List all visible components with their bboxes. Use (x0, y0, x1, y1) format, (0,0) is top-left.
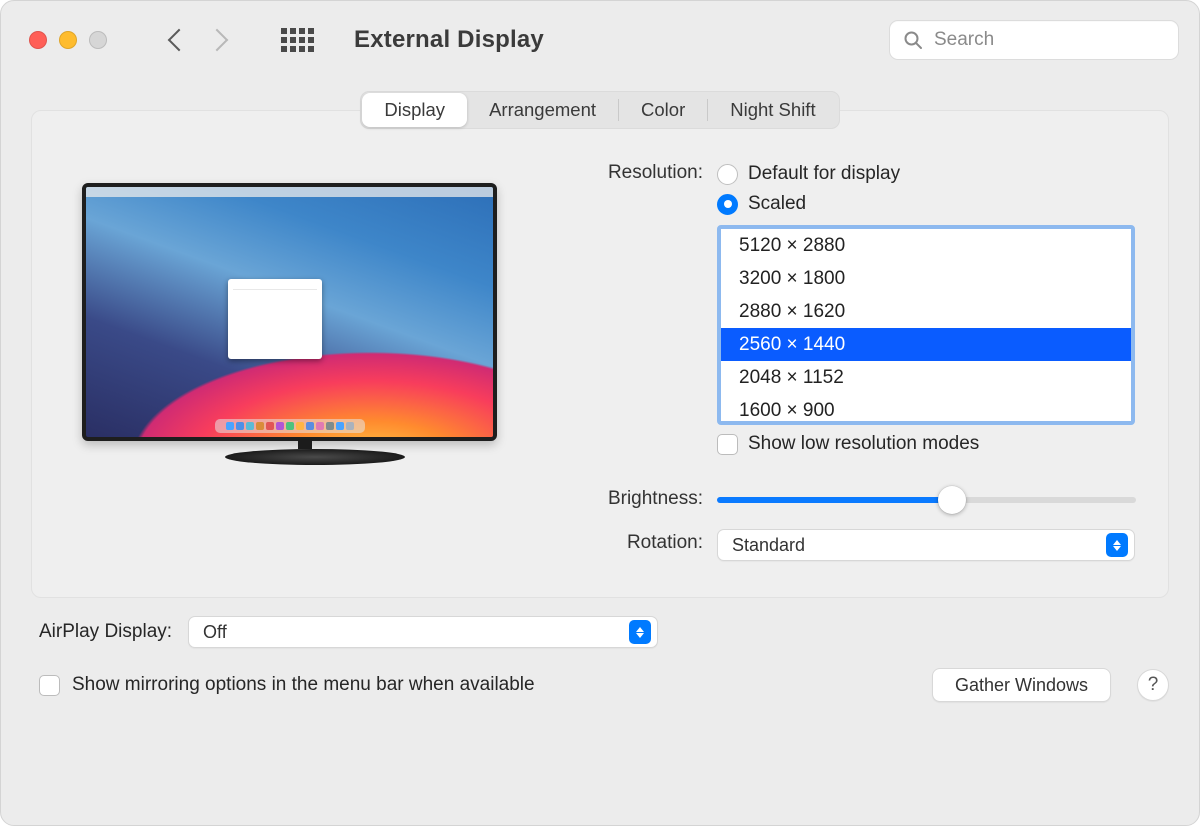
rotation-label: Rotation: (557, 529, 717, 554)
chevron-up-down-icon (629, 620, 651, 644)
resolution-scaled-radio[interactable]: Scaled (717, 189, 1136, 219)
airplay-popup[interactable]: Off (188, 616, 658, 648)
tab-arrangement[interactable]: Arrangement (467, 93, 618, 127)
forward-button (213, 32, 229, 48)
mirroring-label: Show mirroring options in the menu bar w… (72, 674, 535, 696)
tab-night-shift[interactable]: Night Shift (708, 93, 837, 127)
radio-on-icon (717, 194, 738, 215)
close-icon[interactable] (29, 31, 47, 49)
gather-windows-button[interactable]: Gather Windows (932, 668, 1111, 702)
resolution-option[interactable]: 5120 × 2880 (721, 229, 1131, 262)
rotation-value: Standard (732, 535, 1106, 556)
resolution-scaled-label: Scaled (748, 193, 806, 215)
monitor-icon (82, 183, 497, 441)
titlebar: External Display (1, 1, 1199, 79)
resolution-default-radio[interactable]: Default for display (717, 159, 1136, 189)
tab-color[interactable]: Color (619, 93, 707, 127)
low-res-checkbox-row[interactable]: Show low resolution modes (717, 433, 1136, 455)
resolution-label: Resolution: (557, 159, 717, 184)
tab-display[interactable]: Display (362, 93, 467, 127)
window-controls (29, 31, 107, 49)
tab-bar: Display Arrangement Color Night Shift (1, 91, 1199, 129)
radio-off-icon (717, 164, 738, 185)
help-button[interactable]: ? (1137, 669, 1169, 701)
brightness-slider[interactable] (717, 485, 1136, 515)
show-all-icon[interactable] (281, 28, 314, 52)
search-icon (903, 30, 923, 50)
airplay-label: AirPlay Display: (39, 621, 172, 643)
minimize-icon[interactable] (59, 31, 77, 49)
resolution-option-selected[interactable]: 2560 × 1440 (721, 328, 1131, 361)
footer: AirPlay Display: Off Show mirroring opti… (1, 598, 1199, 702)
airplay-value: Off (203, 622, 629, 643)
checkbox-icon[interactable] (717, 434, 738, 455)
resolution-option[interactable]: 1600 × 900 (721, 394, 1131, 416)
brightness-label: Brightness: (557, 485, 717, 510)
preferences-window: External Display Display Arrangement Col… (0, 0, 1200, 826)
resolution-list[interactable]: 5120 × 2880 3200 × 1800 2880 × 1620 2560… (717, 225, 1135, 425)
nav-buttons (169, 32, 229, 48)
resolution-option[interactable]: 2048 × 1152 (721, 361, 1131, 394)
resolution-option[interactable]: 2880 × 1620 (721, 295, 1131, 328)
display-preview (82, 159, 527, 569)
zoom-icon (89, 31, 107, 49)
resolution-option[interactable]: 3200 × 1800 (721, 262, 1131, 295)
search-input[interactable] (889, 20, 1179, 60)
rotation-popup[interactable]: Standard (717, 529, 1135, 561)
mirroring-checkbox[interactable] (39, 675, 60, 696)
chevron-up-down-icon (1106, 533, 1128, 557)
settings-form: Resolution: Default for display Scaled 5… (557, 159, 1136, 569)
back-button[interactable] (169, 32, 185, 48)
content-panel: Resolution: Default for display Scaled 5… (31, 110, 1169, 598)
window-title: External Display (354, 26, 544, 54)
search-field-wrap (889, 20, 1179, 60)
resolution-default-label: Default for display (748, 163, 900, 185)
slider-thumb-icon[interactable] (938, 486, 966, 514)
low-res-label: Show low resolution modes (748, 433, 979, 455)
